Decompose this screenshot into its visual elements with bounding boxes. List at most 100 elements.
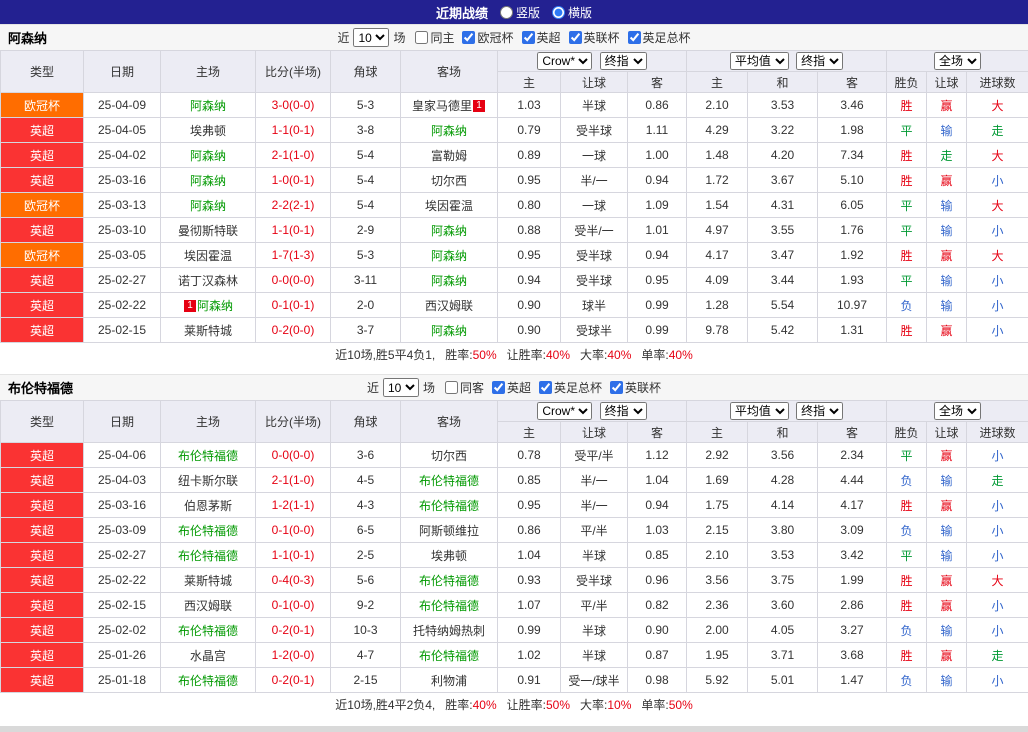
team-name-link[interactable]: 阿森纳 <box>190 149 226 163</box>
team-name-link[interactable]: 纽卡斯尔联 <box>178 474 238 488</box>
summary-record: 近10场,胜5平4负1, <box>335 346 435 363</box>
team-name-link[interactable]: 皇家马德里 <box>412 99 472 113</box>
avg-stage-select[interactable]: 终指 <box>796 52 843 70</box>
away-team-cell: 切尔西 <box>401 443 498 468</box>
odds-stage-select[interactable]: 终指 <box>600 402 647 420</box>
filter-checkbox-input[interactable] <box>569 31 582 44</box>
filter-checkbox[interactable]: 英超 <box>486 379 531 396</box>
col-goals: 进球数 <box>967 422 1028 443</box>
filter-checkbox-input[interactable] <box>610 381 623 394</box>
recent-count-select[interactable]: 10 <box>383 378 419 397</box>
avg-stage-select[interactable]: 终指 <box>796 402 843 420</box>
filter-checkbox-input[interactable] <box>445 381 458 394</box>
match-date: 25-02-15 <box>84 593 161 618</box>
corner-cell: 5-4 <box>331 193 401 218</box>
team-name-link[interactable]: 布伦特福德 <box>419 599 479 613</box>
team-name-link[interactable]: 布伦特福德 <box>419 649 479 663</box>
away-team-cell: 布伦特福德 <box>401 568 498 593</box>
away-team-cell: 利物浦 <box>401 668 498 693</box>
team-name-link[interactable]: 莱斯特城 <box>184 574 232 588</box>
filter-checkbox[interactable]: 英联杯 <box>604 379 661 396</box>
team-name-link[interactable]: 阿森纳 <box>190 199 226 213</box>
team-name-link[interactable]: 布伦特福德 <box>178 449 238 463</box>
corner-cell: 3-8 <box>331 118 401 143</box>
scope-select[interactable]: 全场 <box>934 402 981 420</box>
team-name-link[interactable]: 水晶宫 <box>190 649 226 663</box>
team-name-link[interactable]: 布伦特福德 <box>419 474 479 488</box>
filter-checkbox[interactable]: 英足总杯 <box>622 29 691 46</box>
avg-away-cell: 5.10 <box>818 168 887 193</box>
team-name-link[interactable]: 切尔西 <box>431 174 467 188</box>
filter-checkbox-input[interactable] <box>492 381 505 394</box>
team-name-link[interactable]: 阿斯顿维拉 <box>419 524 479 538</box>
odds-company-select[interactable]: Crow* <box>537 52 592 70</box>
filter-checkbox[interactable]: 同主 <box>409 29 454 46</box>
team-name-link[interactable]: 切尔西 <box>431 449 467 463</box>
filter-checkbox-input[interactable] <box>522 31 535 44</box>
result-cell: 负 <box>887 518 927 543</box>
team-name-link[interactable]: 阿森纳 <box>431 249 467 263</box>
team-name-link[interactable]: 阿森纳 <box>431 124 467 138</box>
team-name-link[interactable]: 布伦特福德 <box>178 549 238 563</box>
match-date: 25-03-05 <box>84 243 161 268</box>
col-corner: 角球 <box>331 401 401 443</box>
team-name-link[interactable]: 阿森纳 <box>197 299 233 313</box>
team-name-link[interactable]: 阿森纳 <box>431 274 467 288</box>
team-name-link[interactable]: 埃因霍温 <box>425 199 473 213</box>
filter-checkbox-input[interactable] <box>628 31 641 44</box>
corner-cell: 2-5 <box>331 543 401 568</box>
team-name-link[interactable]: 阿森纳 <box>431 224 467 238</box>
filter-checkbox[interactable]: 英超 <box>516 29 561 46</box>
team-name-link[interactable]: 阿森纳 <box>431 324 467 338</box>
team-name-link[interactable]: 布伦特福德 <box>178 674 238 688</box>
scope-select[interactable]: 全场 <box>934 52 981 70</box>
avg-draw-cell: 3.22 <box>748 118 818 143</box>
team-name-link[interactable]: 布伦特福德 <box>178 524 238 538</box>
odds-stage-select[interactable]: 终指 <box>600 52 647 70</box>
team-name-link[interactable]: 埃因霍温 <box>184 249 232 263</box>
match-type-badge: 欧冠杯 <box>1 243 84 268</box>
avg-draw-cell: 3.47 <box>748 243 818 268</box>
team-name-link[interactable]: 利物浦 <box>431 674 467 688</box>
corner-cell: 3-6 <box>331 443 401 468</box>
team-name-link[interactable]: 托特纳姆热刺 <box>413 624 485 638</box>
filter-checkbox-input[interactable] <box>462 31 475 44</box>
team-name-link[interactable]: 布伦特福德 <box>419 499 479 513</box>
team-name-link[interactable]: 富勒姆 <box>431 149 467 163</box>
team-name-link[interactable]: 诺丁汉森林 <box>178 274 238 288</box>
team-name-link[interactable]: 莱斯特城 <box>184 324 232 338</box>
team-name-link[interactable]: 阿森纳 <box>190 99 226 113</box>
team-name-link[interactable]: 阿森纳 <box>190 174 226 188</box>
team-name-link[interactable]: 布伦特福德 <box>178 624 238 638</box>
team-name-link[interactable]: 埃弗顿 <box>431 549 467 563</box>
layout-radio-vertical[interactable]: 竖版 <box>500 4 540 21</box>
score-cell: 0-0(0-0) <box>256 268 331 293</box>
filter-checkbox[interactable]: 同客 <box>439 379 484 396</box>
match-row: 英超25-03-09布伦特福德0-1(0-0)6-5阿斯顿维拉0.86平/半1.… <box>1 518 1028 543</box>
match-type-badge: 英超 <box>1 118 84 143</box>
filter-checkbox[interactable]: 英联杯 <box>563 29 620 46</box>
recent-count-select[interactable]: 10 <box>353 28 389 47</box>
col-avg-draw: 和 <box>748 422 818 443</box>
team-name-link[interactable]: 布伦特福德 <box>419 574 479 588</box>
filter-checkbox-input[interactable] <box>539 381 552 394</box>
layout-radio-vertical-input[interactable] <box>500 6 513 19</box>
summary-stat: 单率:50% <box>641 696 692 713</box>
team-name-link[interactable]: 西汉姆联 <box>425 299 473 313</box>
layout-radio-horizontal[interactable]: 横版 <box>552 4 592 21</box>
team-name-link[interactable]: 曼彻斯特联 <box>178 224 238 238</box>
col-handicap: 让球 <box>561 422 628 443</box>
team-name-link[interactable]: 埃弗顿 <box>190 124 226 138</box>
layout-radio-horizontal-input[interactable] <box>552 6 565 19</box>
team-name-link[interactable]: 伯恩茅斯 <box>184 499 232 513</box>
avg-source-select[interactable]: 平均值 <box>730 52 789 70</box>
filter-checkbox[interactable]: 英足总杯 <box>533 379 602 396</box>
odds-company-select[interactable]: Crow* <box>537 402 592 420</box>
filter-checkbox-input[interactable] <box>415 31 428 44</box>
summary-stat-value: 50% <box>546 698 570 712</box>
filter-checkbox[interactable]: 欧冠杯 <box>456 29 513 46</box>
match-type-badge: 英超 <box>1 168 84 193</box>
horizontal-scrollbar[interactable] <box>0 726 1028 732</box>
team-name-link[interactable]: 西汉姆联 <box>184 599 232 613</box>
avg-source-select[interactable]: 平均值 <box>730 402 789 420</box>
